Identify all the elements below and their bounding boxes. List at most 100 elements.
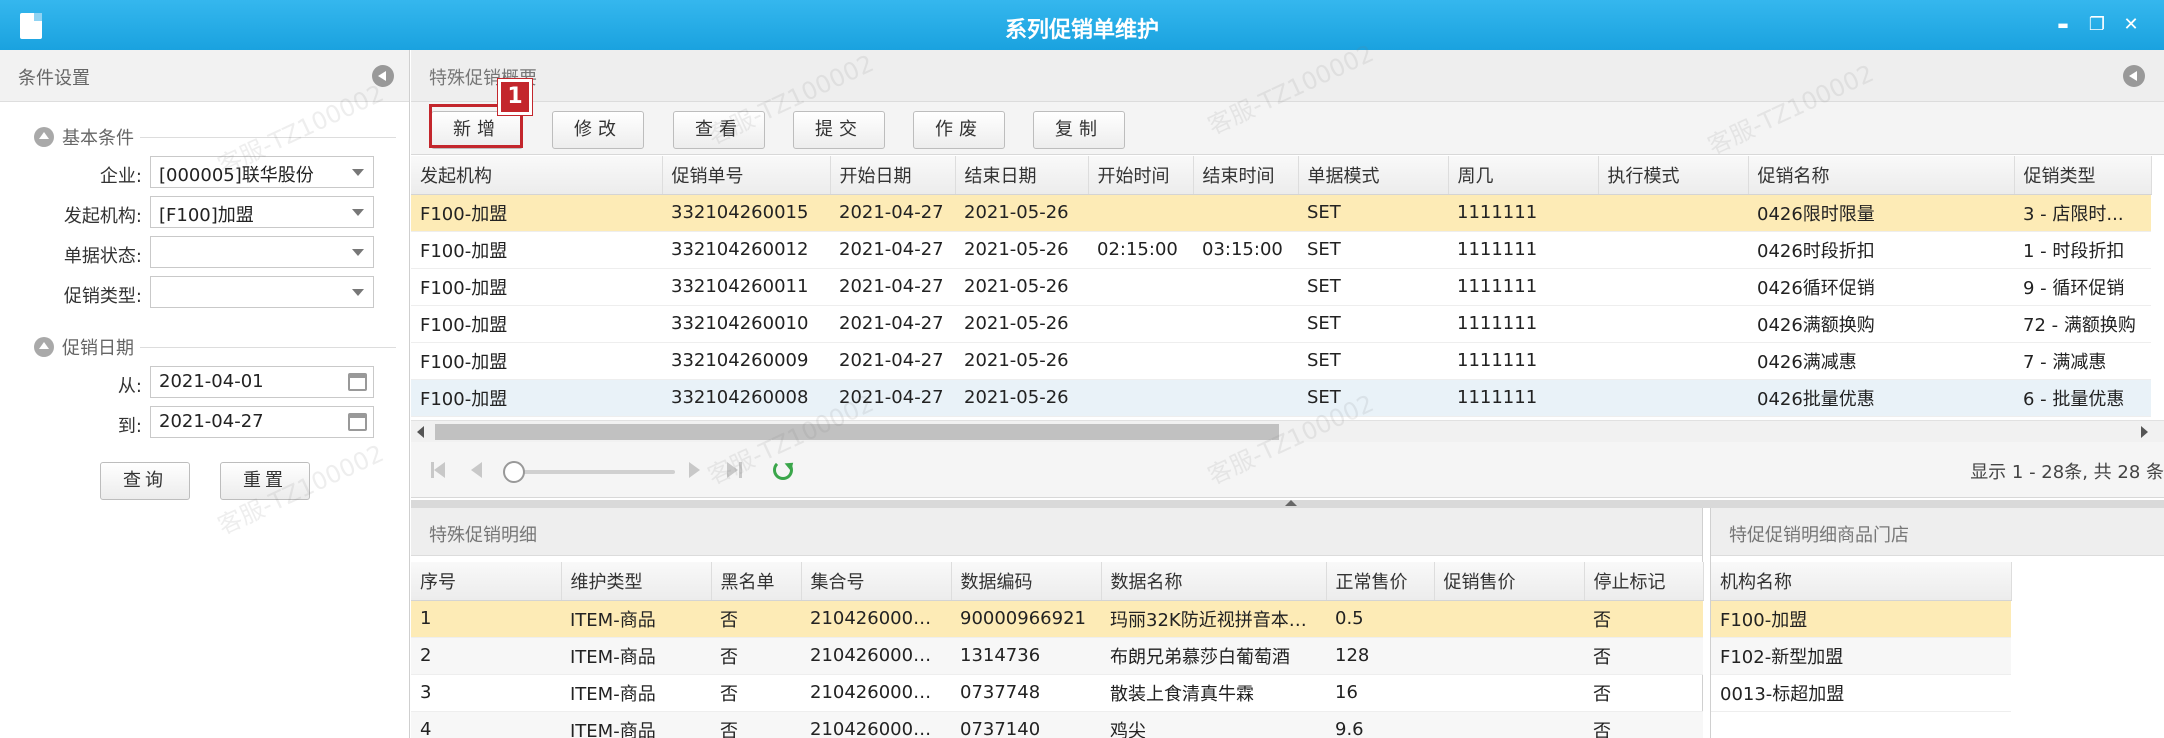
reset-button[interactable]: 重置 [220,462,310,500]
origin-org-select[interactable]: [F100]加盟 [150,196,374,228]
prev-page-icon[interactable] [471,462,482,478]
promo-detail-panel: 特殊促销明细 序号 维护类型 黑名单 集合号 数据编码 数据名称 正常售价 促销售价 停止标记 … [411,508,1704,738]
minimize-icon[interactable]: ▬ [2052,14,2074,36]
summary-column-header[interactable]: 结束日期 [955,156,1089,195]
last-page-icon[interactable] [727,462,738,478]
detail-column-header[interactable]: 停止标记 [1584,562,1704,601]
summary-column-header[interactable]: 发起机构 [411,156,663,195]
date-to-value: 2021-04-27 [159,411,264,432]
collapse-left-icon[interactable] [372,65,394,87]
first-page-icon[interactable] [434,462,445,478]
summary-cell: 2021-04-27 [830,268,955,306]
calendar-icon[interactable] [348,373,367,391]
refresh-icon[interactable] [773,460,793,480]
promo-summary-grid: 发起机构 促销单号 开始日期 结束日期 开始时间 结束时间 单据模式 周几 执行模式 促销名称 促销… [411,156,2152,417]
summary-row[interactable]: F100-加盟 332104260010 2021-04-27 2021-05-26 S… [411,305,2151,343]
detail-cell [1434,637,1584,675]
summary-column-header[interactable]: 促销名称 [1748,156,2015,195]
edit-button[interactable]: 修改 [552,111,644,149]
summary-cell: F100-加盟 [411,305,662,343]
summary-column-header[interactable]: 开始日期 [830,156,956,195]
next-page-icon[interactable] [689,462,700,478]
summary-cell: SET [1298,379,1448,417]
summary-column-header[interactable]: 结束时间 [1193,156,1299,195]
detail-column-header[interactable]: 黑名单 [711,562,802,601]
detail-cell: 否 [711,637,801,675]
detail-column-header[interactable]: 数据名称 [1101,562,1327,601]
store-row[interactable]: F100-加盟 [1711,600,2011,638]
view-button[interactable]: 查看 [673,111,765,149]
company-select[interactable]: [000005]联华股份 [150,156,374,188]
page-slider-knob[interactable] [503,461,525,483]
submit-button[interactable]: 提交 [793,111,885,149]
title-bar: 系列促销单维护 ▬ ❐ ✕ [0,0,2164,50]
chevron-down-icon [352,289,364,296]
detail-column-header[interactable]: 集合号 [801,562,952,601]
summary-column-header[interactable]: 周几 [1448,156,1599,195]
summary-row[interactable]: F100-加盟 332104260009 2021-04-27 2021-05-26 S… [411,342,2151,380]
detail-column-header[interactable]: 序号 [411,562,562,601]
detail-column-header[interactable]: 数据编码 [951,562,1102,601]
date-from-input[interactable]: 2021-04-01 [150,366,374,398]
promo-detail-title: 特殊促销明细 [429,525,537,546]
summary-cell: 02:15:00 [1088,231,1193,269]
calendar-icon[interactable] [348,413,367,431]
summary-cell: 6 - 批量优惠 [2014,379,2151,417]
summary-cell: 7 - 满减惠 [2014,342,2151,380]
summary-cell: F100-加盟 [411,342,662,380]
detail-row[interactable]: 1 ITEM-商品否 210426000041 90000966921 玛丽32K防近视… [411,600,1703,638]
summary-cell: 332104260012 [662,231,830,269]
summary-row[interactable]: F100-加盟 332104260012 2021-04-27 2021-05-26 0… [411,231,2151,269]
collapse-right-icon[interactable] [2123,65,2145,87]
store-column-header[interactable]: 机构名称 [1711,562,2012,601]
restore-icon[interactable]: ❐ [2086,14,2108,36]
summary-cell: 1 - 时段折扣 [2014,231,2151,269]
summary-row[interactable]: F100-加盟 332104260008 2021-04-27 2021-05-26 S… [411,379,2151,417]
summary-cell [1193,342,1298,380]
summary-column-header[interactable]: 促销类型 [2014,156,2152,195]
close-icon[interactable]: ✕ [2120,14,2142,36]
date-to-label: 到: [117,416,142,437]
summary-cell: F100-加盟 [411,379,662,417]
detail-cell: 否 [1584,637,1703,675]
detail-row[interactable]: 3 ITEM-商品否 210426000041 0737748 散装上食清真牛霖 16 否 [411,674,1703,712]
detail-row[interactable]: 2 ITEM-商品否 210426000041 1314736 布朗兄弟慕莎白葡萄酒 12… [411,637,1703,675]
promo-type-select[interactable] [150,276,374,308]
summary-column-header[interactable]: 开始时间 [1088,156,1194,195]
page-slider-track[interactable] [515,470,675,474]
date-from-label: 从: [117,376,142,397]
date-to-input[interactable]: 2021-04-27 [150,406,374,438]
store-row[interactable]: F102-新型加盟 [1711,637,2011,675]
detail-cell: 1 [411,600,561,638]
summary-column-header[interactable]: 单据模式 [1298,156,1449,195]
scroll-right-icon[interactable] [2141,426,2148,438]
step-marker: 1 [497,78,533,116]
panel-splitter[interactable] [411,500,2164,508]
query-button[interactable]: 查询 [100,462,190,500]
detail-column-header[interactable]: 正常售价 [1326,562,1435,601]
store-row[interactable]: 0013-标超加盟 [1711,674,2011,712]
splitter-handle-icon[interactable] [1285,500,1297,506]
horizontal-scrollbar[interactable] [411,420,2164,442]
scrollbar-thumb[interactable] [435,424,1279,440]
company-value: [000005]联华股份 [159,165,314,186]
detail-cell [1434,674,1584,712]
detail-column-header[interactable]: 促销售价 [1434,562,1585,601]
summary-row[interactable]: F100-加盟 332104260015 2021-04-27 2021-05-26 S… [411,194,2151,232]
summary-row[interactable]: F100-加盟 332104260011 2021-04-27 2021-05-26 S… [411,268,2151,306]
detail-column-header[interactable]: 维护类型 [561,562,712,601]
doc-status-select[interactable] [150,236,374,268]
promo-date-label: 促销日期 [62,338,134,359]
void-button[interactable]: 作废 [913,111,1005,149]
detail-cell: 玛丽32K防近视拼音本1... [1101,600,1326,638]
copy-button[interactable]: 复制 [1033,111,1125,149]
summary-column-header[interactable]: 执行模式 [1598,156,1749,195]
last-page-bar-icon[interactable] [739,462,742,478]
promo-summary-panel: 特殊促销概要 新增 修改 查看 提交 作废 复制 发起机构 促销单号 开始日期 结束日… [411,50,2164,500]
scroll-left-icon[interactable] [417,426,424,438]
summary-column-header[interactable]: 促销单号 [662,156,831,195]
summary-cell: SET [1298,194,1448,232]
summary-cell: 0426满额换购 [1748,305,2014,343]
detail-row[interactable]: 4 ITEM-商品否 210426000041 0737140 鸡尖 9.6 否 [411,711,1703,738]
store-cell: F100-加盟 [1711,600,2011,638]
